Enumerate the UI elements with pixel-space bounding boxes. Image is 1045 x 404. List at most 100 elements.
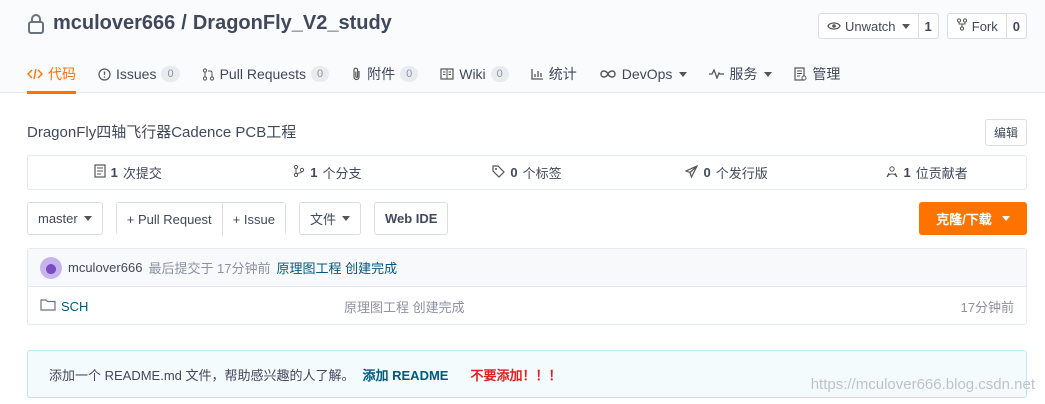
stat-commits[interactable]: 1 次提交: [28, 156, 228, 189]
repo-separator: /: [181, 12, 187, 34]
infinity-icon: [599, 69, 617, 79]
repo-toolbar: master + Pull Request + Issue 文件 Web IDE: [27, 202, 449, 236]
branch-select-label: master: [38, 211, 78, 226]
stat-label: 个标签: [522, 166, 562, 181]
bar-chart-icon: [531, 68, 544, 80]
tab-label: 服务: [729, 66, 758, 82]
repo-stats: 1 次提交 1 个分支 0 个标签 0 个发行版 1 位贡献者: [27, 155, 1027, 190]
last-commit-row: mculover666 最后提交于 17分钟前 原理图工程 创建完成: [28, 249, 1026, 287]
tab-code[interactable]: 代码: [27, 55, 76, 94]
file-commit-message[interactable]: 原理图工程 创建完成: [344, 297, 465, 316]
new-pull-request-button[interactable]: + Pull Request: [116, 203, 222, 236]
tab-stats[interactable]: 统计: [531, 55, 577, 93]
settings-doc-icon: [794, 67, 807, 81]
fork-icon: [956, 18, 968, 34]
tag-icon: [492, 164, 506, 181]
fork-label: Fork: [971, 18, 998, 34]
eye-icon: [827, 19, 841, 34]
watch-count[interactable]: 1: [919, 14, 938, 38]
repo-title: mculover666 / DragonFly_V2_study: [27, 12, 392, 35]
watch-label: Unwatch: [844, 18, 896, 34]
stat-count: 1: [310, 165, 318, 180]
folder-icon: [40, 298, 56, 314]
tab-label: DevOps: [621, 66, 673, 82]
tab-pull-requests[interactable]: Pull Requests 0: [202, 55, 330, 93]
stat-branches[interactable]: 1 个分支: [228, 156, 428, 189]
issue-icon: [98, 67, 111, 81]
stat-label: 次提交: [122, 166, 162, 181]
stat-label: 个分支: [322, 166, 362, 181]
chevron-down-icon: [83, 216, 92, 221]
repo-owner-link[interactable]: mculover666: [53, 12, 175, 34]
file-menu-button[interactable]: 文件: [298, 202, 361, 235]
stat-count: 0: [703, 165, 711, 180]
repo-name-link[interactable]: DragonFly_V2_study: [193, 12, 392, 34]
file-time: 17分钟前: [960, 299, 1014, 315]
new-issue-button[interactable]: + Issue: [221, 203, 285, 236]
tab-label: Issues: [116, 66, 157, 82]
tab-label: Pull Requests: [219, 66, 306, 82]
tab-devops[interactable]: DevOps: [599, 55, 688, 93]
tab-badge: 0: [161, 66, 180, 82]
tab-attachments[interactable]: 附件 0: [351, 55, 419, 93]
clone-label: 克隆/下载: [936, 212, 992, 227]
tab-badge: 0: [400, 66, 419, 82]
stat-contributors[interactable]: 1 位贡献者: [826, 156, 1026, 189]
chevron-down-icon: [764, 71, 773, 77]
stat-count: 1: [110, 165, 118, 180]
tab-label: Wiki: [459, 66, 486, 82]
branch-icon: [293, 164, 305, 181]
book-icon: [440, 68, 454, 80]
file-menu-label: 文件: [309, 212, 336, 227]
avatar[interactable]: [40, 256, 62, 279]
tab-badge: 0: [310, 66, 330, 82]
fork-button[interactable]: Fork 0: [946, 13, 1027, 39]
stat-count: 1: [903, 165, 911, 180]
tab-issues[interactable]: Issues 0: [98, 55, 180, 93]
repo-tabs: 代码 Issues 0 Pull Requests 0 附件 0 Wiki 0 …: [27, 55, 862, 94]
fork-count[interactable]: 0: [1007, 14, 1026, 38]
file-name: SCH: [61, 298, 89, 314]
repo-header: mculover666 / DragonFly_V2_study Unwatch 1…: [0, 0, 1045, 94]
tab-manage[interactable]: 管理: [794, 55, 840, 93]
commit-message[interactable]: 原理图工程 创建完成: [277, 258, 398, 277]
create-group: + Pull Request + Issue: [115, 202, 286, 236]
clone-download-button[interactable]: 克隆/下载: [919, 202, 1027, 235]
readme-warning: 不要添加！！！: [470, 367, 562, 383]
stat-tags[interactable]: 0 个标签: [427, 156, 627, 189]
commit-author[interactable]: mculover666: [68, 260, 142, 275]
edit-button[interactable]: 编辑: [984, 119, 1027, 146]
stat-count: 0: [510, 165, 518, 180]
repo-description: DragonFly四轴飞行器Cadence PCB工程: [27, 124, 297, 141]
chevron-down-icon: [679, 71, 688, 77]
readme-text: 添加一个 README.md 文件，帮助感兴趣的人了解。: [49, 367, 355, 383]
pulse-icon: [709, 69, 725, 79]
list-item: SCH 原理图工程 创建完成 17分钟前: [28, 287, 1026, 325]
stat-label: 个发行版: [715, 166, 768, 181]
commit-doc-icon: [94, 164, 106, 181]
lock-icon: [27, 13, 45, 35]
stat-label: 位贡献者: [915, 166, 968, 181]
file-list: mculover666 最后提交于 17分钟前 原理图工程 创建完成 SCH 原…: [27, 248, 1027, 325]
stat-releases[interactable]: 0 个发行版: [627, 156, 827, 189]
code-icon: [27, 68, 43, 80]
tab-label: 代码: [48, 66, 76, 82]
paperclip-icon: [351, 67, 362, 81]
file-link[interactable]: SCH: [40, 298, 88, 314]
add-readme-link[interactable]: 添加 README: [363, 365, 449, 384]
watermark: https://mculover666.blog.csdn.net: [810, 376, 1035, 393]
branch-select[interactable]: master: [27, 202, 103, 235]
watch-button[interactable]: Unwatch 1: [817, 13, 939, 39]
chevron-down-icon: [901, 23, 910, 29]
web-ide-button[interactable]: Web IDE: [373, 202, 449, 235]
tab-badge: 0: [490, 66, 509, 82]
tab-label: 统计: [548, 66, 577, 82]
contributors-icon: [885, 165, 899, 181]
tab-label: 管理: [812, 66, 841, 82]
tab-wiki[interactable]: Wiki 0: [440, 55, 509, 93]
commit-meta: 最后提交于 17分钟前: [148, 261, 271, 276]
tab-label: 附件: [367, 66, 396, 82]
tab-services[interactable]: 服务: [709, 55, 773, 93]
send-icon: [684, 164, 699, 181]
repo-actions: Unwatch 1 Fork 0: [817, 13, 1027, 39]
